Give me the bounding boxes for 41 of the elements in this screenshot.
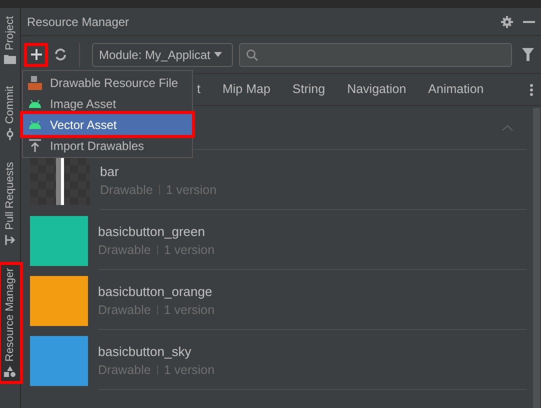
resource-name[interactable]: basicbutton_orange <box>98 282 527 300</box>
menu-item-label: Import Drawables <box>50 138 144 154</box>
menu-item[interactable]: Vector Asset <box>23 114 192 135</box>
menu-item-label: Vector Asset <box>50 116 117 134</box>
filter-icon[interactable] <box>522 48 534 61</box>
menu-item[interactable]: Image Asset <box>23 93 192 114</box>
side-tab[interactable]: Project <box>0 12 20 68</box>
resource-tab[interactable]: Navigation <box>347 80 406 99</box>
resource-tab[interactable]: Animation <box>428 80 484 99</box>
resource-tab[interactable]: Mip Map <box>222 80 270 99</box>
menu-item[interactable]: Drawable Resource File <box>23 72 192 93</box>
refresh-icon[interactable] <box>54 48 67 61</box>
module-dropdown[interactable]: Module: My_Applicat <box>92 42 233 66</box>
add-button[interactable] <box>24 42 48 66</box>
android-icon <box>28 120 42 130</box>
android-icon <box>28 98 42 108</box>
more-options-icon[interactable] <box>530 84 533 96</box>
plus-icon <box>30 49 42 60</box>
import-icon <box>29 139 41 152</box>
menu-item-label: Image Asset <box>50 96 116 112</box>
panel-title: Resource Manager <box>27 14 130 30</box>
file-icon <box>28 76 42 90</box>
resource-name[interactable]: bar <box>100 162 527 180</box>
resource-name[interactable]: basicbutton_green <box>98 222 527 240</box>
caret-icon <box>214 52 222 57</box>
resource-tab[interactable]: t <box>197 80 200 99</box>
side-tab[interactable]: Commit <box>0 82 20 144</box>
menu-item[interactable]: Import Drawables <box>23 135 192 156</box>
settings-icon[interactable] <box>501 16 513 28</box>
commit-icon <box>4 128 16 140</box>
resource-tab[interactable]: String <box>292 80 326 99</box>
folder-icon <box>4 54 16 64</box>
resource-name[interactable]: basicbutton_sky <box>98 342 527 360</box>
side-tab[interactable]: Pull Requests <box>0 158 20 250</box>
side-tab[interactable]: Resource Manager <box>0 264 20 382</box>
menu-item-label: Drawable Resource File <box>50 74 178 92</box>
search-field[interactable] <box>239 42 512 66</box>
shapes-icon <box>4 366 16 378</box>
search-icon <box>246 48 258 60</box>
minimize-icon[interactable] <box>523 20 535 22</box>
pull-request-icon <box>4 234 16 246</box>
